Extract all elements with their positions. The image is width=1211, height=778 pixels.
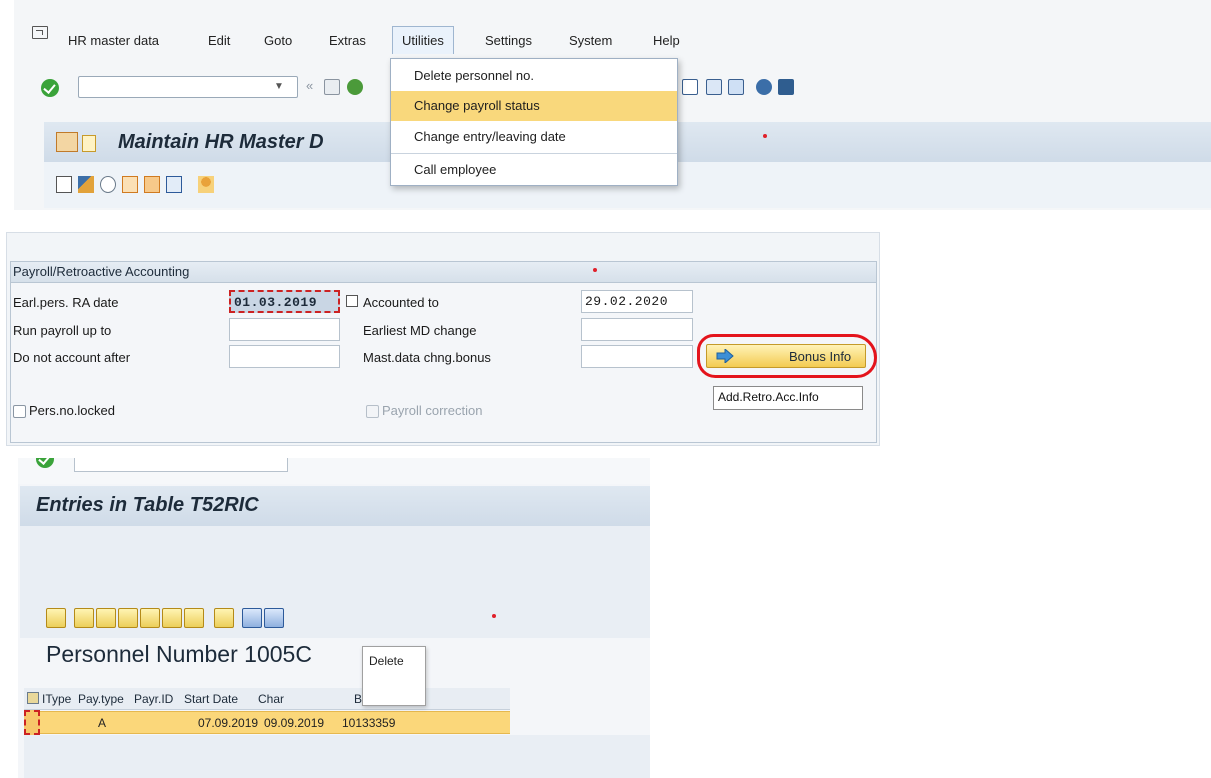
column-changed-on[interactable]: Char	[258, 692, 284, 706]
group-title: Payroll/Retroactive Accounting	[11, 262, 876, 283]
calendar-help-icon[interactable]	[346, 295, 358, 307]
column-start-date[interactable]: Start Date	[184, 692, 238, 706]
system-menu-icon[interactable]	[32, 26, 48, 39]
menu-goto[interactable]: Goto	[264, 33, 292, 48]
utilities-dropdown-menu: Delete personnel no. Change payroll stat…	[390, 58, 678, 186]
shortcut-icon[interactable]	[728, 79, 744, 95]
history-back-icon[interactable]: «	[306, 78, 313, 93]
payroll-correction-checkbox	[366, 405, 379, 418]
create-icon[interactable]	[56, 176, 72, 193]
pers-no-locked-checkbox[interactable]	[13, 405, 26, 418]
run-payroll-up-to-field[interactable]	[229, 318, 340, 341]
delete-trash-icon[interactable]	[166, 176, 182, 193]
document-icon[interactable]	[82, 135, 96, 152]
help-icon[interactable]	[756, 79, 772, 95]
menu-delete-personnel-no[interactable]: Delete personnel no.	[391, 61, 677, 91]
delete-tooltip: Delete	[362, 646, 426, 706]
screen-title: Maintain HR Master D	[118, 131, 324, 153]
subtotal-icon[interactable]	[184, 608, 204, 628]
delete-trash-icon[interactable]	[264, 608, 284, 628]
system-toolbar-partial	[18, 458, 650, 484]
red-marker	[763, 134, 767, 138]
delete-tooltip-text: Delete	[369, 654, 404, 668]
menu-separator	[391, 153, 677, 154]
menu-hr-master-data[interactable]: HR master data	[68, 33, 159, 48]
cell-changed-on: 09.09.2019	[264, 716, 325, 730]
customize-gui-icon[interactable]	[778, 79, 794, 95]
screen-title-bar: Entries in Table T52RIC	[20, 486, 650, 526]
cell-by: 10133359	[342, 716, 396, 730]
screen-title: Entries in Table T52RIC	[36, 494, 259, 516]
enter-check-icon[interactable]	[36, 458, 54, 468]
menu-change-entry-leaving-date[interactable]: Change entry/leaving date	[391, 122, 677, 152]
command-field[interactable]	[74, 458, 288, 472]
earl-pers-ra-date-field[interactable]: 01.03.2019	[229, 290, 340, 313]
back-icon[interactable]	[347, 79, 363, 95]
personnel-number-heading: Personnel Number 1005C	[46, 641, 312, 667]
menu-system[interactable]: System	[569, 33, 612, 48]
cell-pay-type: A	[98, 716, 107, 730]
overview-person-icon[interactable]	[198, 176, 214, 193]
menu-edit[interactable]: Edit	[208, 33, 230, 48]
payroll-status-panel: Payroll/Retroactive Accounting Earl.pers…	[6, 232, 880, 446]
grid-empty-area	[24, 735, 650, 778]
table-t52ric-window: Entries in Table T52RIC Personnel Number…	[18, 458, 650, 778]
details-icon[interactable]	[46, 608, 66, 628]
grid-header-row: IType Pay.type Payr.ID Start Date Char B…	[24, 688, 510, 710]
bonus-info-tooltip: Add.Retro.Acc.Info	[713, 386, 863, 410]
menu-settings[interactable]: Settings	[485, 33, 532, 48]
accounted-to-field[interactable]: 29.02.2020	[581, 290, 693, 313]
transaction-icon[interactable]	[56, 132, 78, 152]
do-not-account-after-field[interactable]	[229, 345, 340, 368]
column-pay-type[interactable]: Pay.type	[78, 692, 124, 706]
payroll-correction-label: Payroll correction	[382, 403, 483, 418]
save-icon[interactable]	[324, 79, 340, 95]
sort-ascending-icon[interactable]	[74, 608, 94, 628]
hr-master-data-window: HR master data Edit Goto Extras Utilitie…	[14, 0, 1211, 210]
accounted-to-label: Accounted to	[363, 295, 439, 310]
earl-pers-ra-date-label: Earl.pers. RA date	[13, 295, 119, 310]
copy-icon[interactable]	[122, 176, 138, 193]
pers-no-locked-label: Pers.no.locked	[29, 403, 115, 418]
do-not-account-after-label: Do not account after	[13, 350, 131, 365]
earliest-md-change-field[interactable]	[581, 318, 693, 341]
menu-extras[interactable]: Extras	[329, 33, 366, 48]
command-field[interactable]	[78, 76, 298, 98]
delimit-icon[interactable]	[144, 176, 160, 193]
row-selector[interactable]	[24, 710, 40, 735]
earliest-md-change-label: Earliest MD change	[363, 323, 477, 338]
column-payr-id[interactable]: Payr.ID	[134, 692, 173, 706]
find-next-icon[interactable]	[140, 608, 160, 628]
run-payroll-up-to-label: Run payroll up to	[13, 323, 112, 338]
command-dropdown-icon[interactable]: ▼	[274, 81, 284, 92]
layout-icon[interactable]	[214, 608, 234, 628]
new-session-icon[interactable]	[682, 79, 698, 95]
menu-help[interactable]: Help	[653, 33, 680, 48]
filter-icon[interactable]	[96, 608, 116, 628]
enter-check-icon[interactable]	[41, 79, 59, 97]
red-highlight-annotation	[697, 334, 877, 378]
select-all-icon[interactable]	[27, 692, 39, 704]
change-pencil-icon[interactable]	[78, 176, 94, 193]
set-filter-icon[interactable]	[162, 608, 182, 628]
find-icon[interactable]	[118, 608, 138, 628]
mast-data-chng-bonus-label: Mast.data chng.bonus	[363, 350, 491, 365]
menu-change-payroll-status[interactable]: Change payroll status	[391, 91, 677, 121]
layout-menu-icon[interactable]	[706, 79, 722, 95]
cell-start-date: 07.09.2019	[198, 716, 259, 730]
red-marker	[593, 268, 597, 272]
display-glasses-icon[interactable]	[100, 176, 116, 193]
mast-data-chng-bonus-field[interactable]	[581, 345, 693, 368]
info-icon[interactable]	[242, 608, 262, 628]
column-itype[interactable]: IType	[42, 692, 71, 706]
red-marker	[492, 614, 496, 618]
table-row[interactable]: A 07.09.2019 09.09.2019 10133359	[24, 711, 510, 734]
menu-call-employee[interactable]: Call employee	[391, 155, 677, 185]
menu-utilities[interactable]: Utilities	[392, 26, 454, 54]
